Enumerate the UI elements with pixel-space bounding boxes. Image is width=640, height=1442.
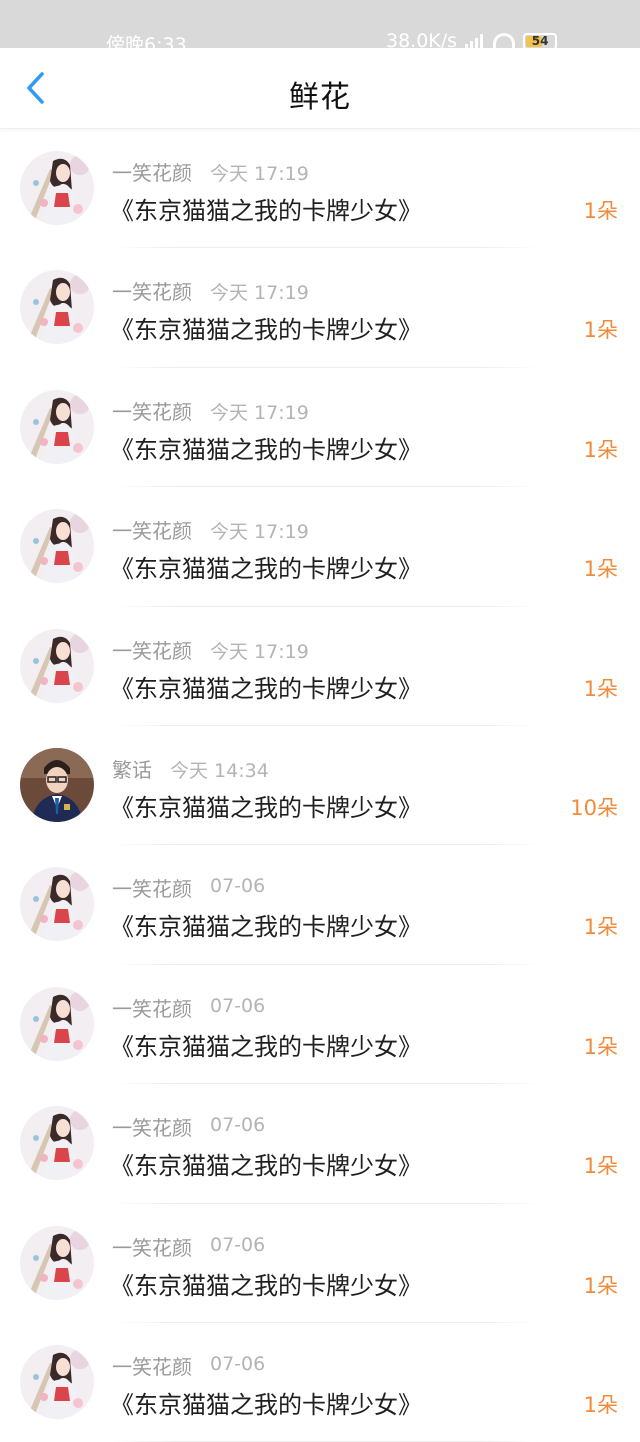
- flower-count: 1朵: [583, 676, 618, 701]
- book-title: 《东京猫猫之我的卡牌少女》: [110, 1271, 422, 1300]
- user-name[interactable]: 一笑花颜: [112, 993, 192, 1022]
- anime-girl-avatar[interactable]: [20, 986, 94, 1061]
- anime-girl-avatar[interactable]: [20, 389, 94, 464]
- anime-girl-avatar[interactable]: [20, 1106, 94, 1181]
- time-stamp: 今天 17:19: [210, 282, 309, 305]
- book-title: 《东京猫猫之我的卡牌少女》: [110, 913, 422, 942]
- book-title: 《东京猫猫之我的卡牌少女》: [110, 197, 422, 225]
- time-stamp: 今天 17:19: [210, 163, 309, 185]
- flower-count: 1朵: [583, 1273, 618, 1298]
- flower-count: 1朵: [583, 1392, 618, 1417]
- wifi-icon: [493, 33, 516, 49]
- anime-girl-avatar[interactable]: [20, 867, 94, 942]
- list-item[interactable]: 一笑花颜 今天 17:19 《东京猫猫之我的卡牌少女》 1朵: [0, 607, 640, 726]
- book-title: 《东京猫猫之我的卡牌少女》: [110, 1032, 422, 1061]
- book-title: 《东京猫猫之我的卡牌少女》: [110, 435, 422, 464]
- user-name[interactable]: 一笑花颜: [112, 635, 192, 664]
- user-name[interactable]: 一笑花颜: [112, 396, 192, 425]
- time-stamp: 07-06: [210, 994, 266, 1017]
- list-item[interactable]: 一笑花颜 今天 17:19 《东京猫猫之我的卡牌少女》 1朵: [0, 129, 640, 249]
- anime-girl-avatar[interactable]: [20, 151, 94, 225]
- page-title: 鲜花: [289, 80, 351, 115]
- list-item[interactable]: 一笑花颜 今天 17:19 《东京猫猫之我的卡牌少女》 1朵: [0, 248, 640, 368]
- time-stamp: 今天 17:19: [210, 401, 309, 424]
- book-title: 《东京猫猫之我的卡牌少女》: [110, 674, 422, 703]
- boy-avatar[interactable]: [20, 747, 94, 822]
- time-stamp: 07-06: [210, 1352, 266, 1375]
- list-item[interactable]: 繁话 今天 14:34 《东京猫猫之我的卡牌少女》 10朵: [0, 726, 640, 846]
- list-item[interactable]: 一笑花颜 07-06 《东京猫猫之我的卡牌少女》 1朵: [0, 965, 640, 1085]
- book-title: 《东京猫猫之我的卡牌少女》: [110, 316, 422, 345]
- user-name[interactable]: 一笑花颜: [112, 873, 192, 902]
- list-item[interactable]: 一笑花颜 今天 17:19 《东京猫猫之我的卡牌少女》 1朵: [0, 487, 640, 607]
- anime-girl-avatar[interactable]: [20, 1344, 94, 1419]
- time-stamp: 今天 17:19: [210, 521, 309, 544]
- flower-count: 1朵: [583, 437, 618, 462]
- user-name[interactable]: 繁话: [112, 754, 152, 783]
- anime-girl-avatar[interactable]: [20, 628, 94, 703]
- time-stamp: 今天 17:19: [210, 640, 309, 663]
- book-title: 《东京猫猫之我的卡牌少女》: [110, 1390, 422, 1419]
- anime-girl-avatar[interactable]: [20, 270, 94, 345]
- flower-count: 1朵: [583, 557, 618, 582]
- anime-girl-avatar[interactable]: [20, 1225, 94, 1300]
- battery-level: 54: [531, 33, 549, 48]
- signal-icon: [465, 34, 485, 48]
- flower-count: 1朵: [583, 915, 618, 940]
- time-stamp: 07-06: [210, 875, 266, 898]
- user-name[interactable]: 一笑花颜: [112, 515, 192, 544]
- time-stamp: 今天 14:34: [170, 759, 269, 782]
- book-title: 《东京猫猫之我的卡牌少女》: [110, 555, 422, 584]
- list-item[interactable]: 一笑花颜 07-06 《东京猫猫之我的卡牌少女》 1朵: [0, 1084, 640, 1204]
- book-title: 《东京猫猫之我的卡牌少女》: [110, 793, 422, 822]
- list-item[interactable]: 一笑花颜 07-06 《东京猫猫之我的卡牌少女》 1朵: [0, 1323, 640, 1442]
- status-bar: 傍晚6:33 38.0K/s 54: [0, 0, 640, 56]
- battery-icon: 54: [523, 32, 558, 50]
- flower-count: 1朵: [583, 199, 618, 223]
- flower-list: 一笑花颜 今天 17:19 《东京猫猫之我的卡牌少女》 1朵 一笑花颜 今天 1…: [0, 129, 640, 1442]
- list-item[interactable]: 一笑花颜 07-06 《东京猫猫之我的卡牌少女》 1朵: [0, 845, 640, 965]
- user-name[interactable]: 一笑花颜: [112, 1232, 192, 1261]
- flower-count: 1朵: [583, 1034, 618, 1059]
- user-name[interactable]: 一笑花颜: [112, 276, 192, 305]
- page-header: 鲜花: [0, 48, 640, 129]
- flower-count: 1朵: [583, 318, 618, 343]
- list-item[interactable]: 一笑花颜 今天 17:19 《东京猫猫之我的卡牌少女》 1朵: [0, 368, 640, 488]
- book-title: 《东京猫猫之我的卡牌少女》: [110, 1152, 422, 1181]
- list-item[interactable]: 一笑花颜 07-06 《东京猫猫之我的卡牌少女》 1朵: [0, 1204, 640, 1323]
- flower-count: 10朵: [570, 795, 618, 820]
- user-name[interactable]: 一笑花颜: [112, 1351, 192, 1380]
- time-stamp: 07-06: [210, 1114, 266, 1137]
- user-name[interactable]: 一笑花颜: [112, 1112, 192, 1141]
- time-stamp: 07-06: [210, 1233, 266, 1256]
- user-name[interactable]: 一笑花颜: [112, 157, 192, 186]
- anime-girl-avatar[interactable]: [20, 509, 94, 584]
- flower-count: 1朵: [583, 1154, 618, 1179]
